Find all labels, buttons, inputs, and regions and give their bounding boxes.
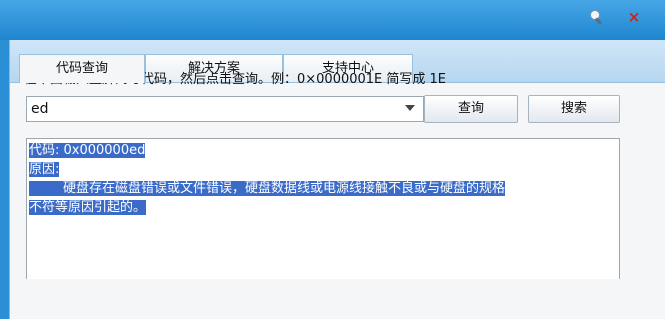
title-bar: × (0, 0, 665, 40)
result-textarea[interactable]: 代码: 0x000000ed 原因: 硬盘存在磁盘错误或文件错误，硬盘数据线或电… (26, 138, 620, 279)
code-combobox[interactable]: ed (26, 96, 424, 122)
search-button[interactable]: 搜索 (528, 95, 620, 123)
query-button[interactable]: 查询 (424, 95, 518, 123)
code-input-value[interactable]: ed (31, 101, 49, 117)
result-reason-line-2: 不符等原因引起的。 (29, 200, 147, 215)
close-icon: × (627, 8, 641, 26)
dropdown-arrow-icon[interactable] (405, 105, 415, 111)
tab-code-query[interactable]: 代码查询 (19, 54, 145, 83)
result-reason-label: 原因: (29, 162, 60, 177)
result-reason-line-1: 硬盘存在磁盘错误或文件错误，硬盘数据线或电源线接触不良或与硬盘的规格 (29, 181, 506, 196)
close-button[interactable]: × (622, 6, 646, 28)
settings-button[interactable] (586, 6, 610, 28)
wrench-settings-icon (590, 10, 602, 25)
result-code-line: 代码: 0x000000ed (29, 143, 146, 158)
